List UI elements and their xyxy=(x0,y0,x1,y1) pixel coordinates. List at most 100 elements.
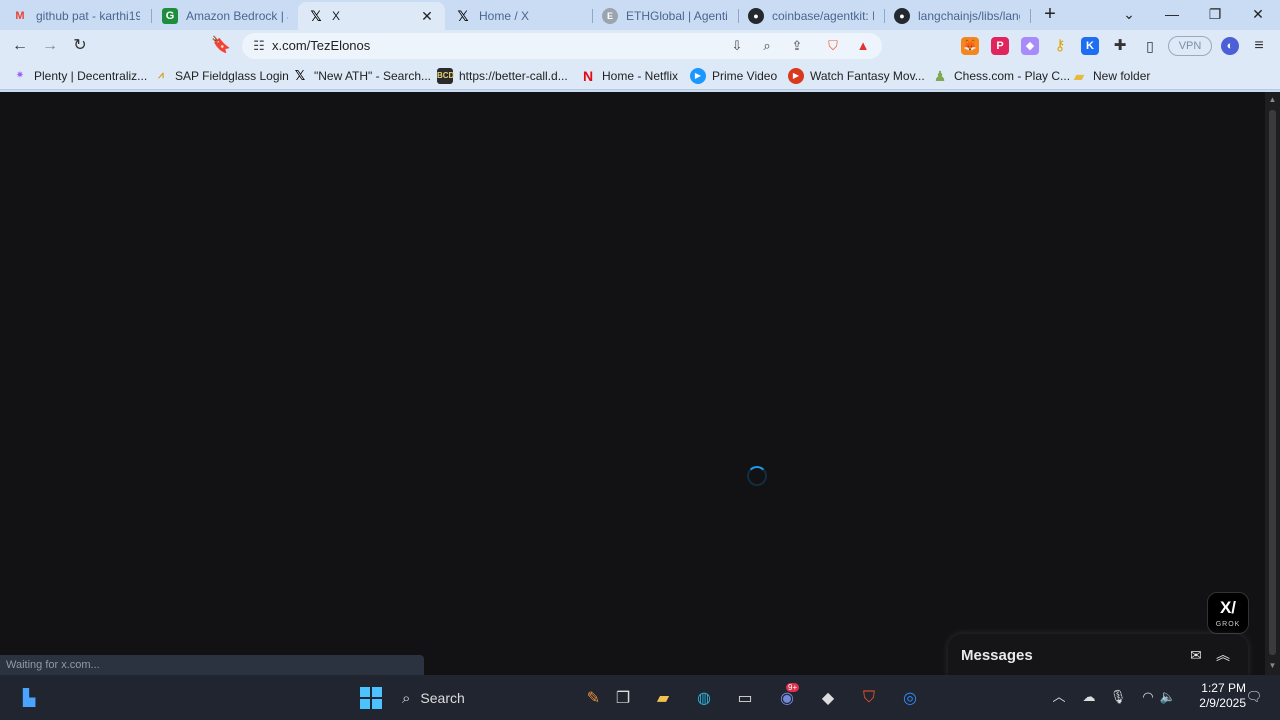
install-app-icon[interactable]: ⇩ xyxy=(728,37,746,55)
tab-x-active[interactable]: 𝕏 X ✕ xyxy=(298,2,445,30)
page-scrollbar[interactable]: ▲ ▼ xyxy=(1265,92,1280,675)
clock[interactable]: 1:27 PM 2/9/2025 xyxy=(1186,681,1246,711)
bookmark-plenty[interactable]: ✷ Plenty | Decentraliz... xyxy=(12,67,147,85)
tab-title: ETHGlobal | Agentic E xyxy=(626,9,728,23)
grok-button[interactable]: X/ GROK xyxy=(1207,592,1249,634)
tab-title: X xyxy=(332,9,341,23)
tab-title: langchainjs/libs/langc xyxy=(918,9,1020,23)
forward-button[interactable]: → xyxy=(39,36,61,56)
brave-shields-icon[interactable]: ⛉ xyxy=(824,37,842,55)
tab-agentkit[interactable]: ● coinbase/agentkit: Eve xyxy=(738,2,884,30)
zoom-app-icon[interactable]: ◎ xyxy=(895,683,925,713)
scrollbar-thumb[interactable] xyxy=(1269,110,1276,655)
sidebar-toggle-icon[interactable]: ▯ xyxy=(1141,37,1159,55)
tab-title: Amazon Bedrock | ap- xyxy=(186,9,288,23)
loading-spinner-icon xyxy=(747,466,767,486)
close-window-button[interactable]: ✕ xyxy=(1243,4,1273,24)
site-info-icon[interactable]: ☷ xyxy=(250,37,268,55)
bookmarks-bar: ✷ Plenty | Decentraliz... ⩘ SAP Fieldgla… xyxy=(0,62,1280,90)
microphone-icon[interactable]: 🎙 xyxy=(1108,687,1128,707)
minimize-button[interactable]: — xyxy=(1157,4,1187,24)
extension-purple-icon[interactable]: ◆ xyxy=(1021,37,1039,55)
key-extension-icon[interactable]: ⚷ xyxy=(1051,37,1069,55)
bookmark-fantasy[interactable]: ▶ Watch Fantasy Mov... xyxy=(788,67,925,85)
browser-chrome: M github pat - karthi190 G Amazon Bedroc… xyxy=(0,0,1280,92)
github-icon: ● xyxy=(894,8,910,24)
tab-search-chevron-icon[interactable]: ⌄ xyxy=(1114,4,1144,24)
bookmark-prime-video[interactable]: ▶ Prime Video xyxy=(690,67,777,85)
scroll-down-icon[interactable]: ▼ xyxy=(1265,660,1280,672)
taskbar: ▙ ⌕ Search ✎ ❐ ▰ ◍ ▭ ◉ 9+ ◆ ⛉ ◎ ︿ ☁ 🎙 ◠ … xyxy=(0,675,1280,720)
bookmark-label: Watch Fantasy Mov... xyxy=(810,69,925,83)
bcd-icon: BCD xyxy=(437,68,454,84)
metamask-icon[interactable]: 🦊 xyxy=(961,37,979,55)
menu-icon[interactable]: ≡ xyxy=(1248,36,1270,56)
play-icon: ▶ xyxy=(788,68,804,84)
toolbar: ← → ↻ 🔖 ☷ x.com/TezElonos ⇩ ⌕ ⇪ ⛉ ▲ 🦊 P … xyxy=(0,30,1280,62)
expand-drawer-icon[interactable]: ︽ xyxy=(1213,645,1233,665)
notifications-icon[interactable]: 🗨 xyxy=(1244,687,1264,707)
bookmark-new-ath[interactable]: 𝕏 "New ATH" - Search... xyxy=(292,67,431,85)
share-icon[interactable]: ⇪ xyxy=(788,37,806,55)
vpn-button[interactable]: VPN xyxy=(1168,36,1212,56)
bookmark-label: Home - Netflix xyxy=(602,69,679,83)
bookmark-new-folder[interactable]: ▰ New folder xyxy=(1071,67,1151,85)
tab-home-x[interactable]: 𝕏 Home / X xyxy=(445,2,591,30)
tab-title: Home / X xyxy=(479,9,530,23)
task-view-icon[interactable]: ❐ xyxy=(608,683,638,713)
back-button[interactable]: ← xyxy=(9,36,31,56)
new-tab-button[interactable]: + xyxy=(1035,4,1065,24)
extensions-puzzle-icon[interactable]: ✚ xyxy=(1111,37,1129,55)
google-sheets-icon: G xyxy=(162,8,178,24)
close-tab-icon[interactable]: ✕ xyxy=(419,8,435,24)
scroll-up-icon[interactable]: ▲ xyxy=(1265,94,1280,106)
bookmark-label: New folder xyxy=(1093,69,1151,83)
file-explorer-icon[interactable]: ▰ xyxy=(648,683,678,713)
widgets-icon[interactable]: ▙ xyxy=(14,683,44,713)
reload-button[interactable]: ↻ xyxy=(69,36,91,56)
tab-langchainjs[interactable]: ● langchainjs/libs/langc xyxy=(884,2,1030,30)
prime-video-icon: ▶ xyxy=(690,68,706,84)
messages-drawer[interactable]: Messages ✉ ︽ xyxy=(948,634,1248,676)
app-diamond-icon[interactable]: ◆ xyxy=(813,683,843,713)
brave-rewards-icon[interactable]: ▲ xyxy=(854,37,872,55)
tray-overflow-icon[interactable]: ︿ xyxy=(1049,687,1069,707)
zoom-icon[interactable]: ⌕ xyxy=(758,37,776,55)
windows-start-icon[interactable] xyxy=(356,683,386,713)
plenty-icon: ✷ xyxy=(15,70,25,81)
tab-gmail[interactable]: M github pat - karthi190 xyxy=(2,2,150,30)
edge-icon[interactable]: ◍ xyxy=(689,683,719,713)
maximize-button[interactable]: ❐ xyxy=(1200,4,1230,24)
bookmark-bcd[interactable]: BCD https://better-call.d... xyxy=(437,67,568,85)
bookmark-sap[interactable]: ⩘ SAP Fieldglass Login xyxy=(153,67,289,85)
url-text[interactable]: x.com/TezElonos xyxy=(272,38,370,53)
onedrive-icon[interactable]: ☁ xyxy=(1079,687,1099,707)
messages-title: Messages xyxy=(961,647,1033,664)
kiln-extension-icon[interactable]: K xyxy=(1081,37,1099,55)
extension-red-icon[interactable]: P xyxy=(991,37,1009,55)
x-logo-icon: 𝕏 xyxy=(310,7,322,24)
new-message-icon[interactable]: ✉ xyxy=(1186,645,1206,665)
volume-icon[interactable]: 🔈 xyxy=(1158,687,1178,707)
bookmark-label: Chess.com - Play C... xyxy=(954,69,1071,83)
wifi-icon[interactable]: ◠ xyxy=(1138,687,1158,707)
bookmark-label: Prime Video xyxy=(712,69,778,83)
address-bar[interactable]: ☷ x.com/TezElonos ⇩ ⌕ ⇪ ⛉ ▲ xyxy=(242,33,882,59)
netflix-icon: N xyxy=(582,68,594,84)
brave-taskbar-icon[interactable]: ⛉ xyxy=(854,683,884,713)
terminal-icon[interactable]: ▭ xyxy=(730,683,760,713)
taskbar-search[interactable]: ⌕ Search ✎ xyxy=(394,683,600,713)
tab-strip: M github pat - karthi190 G Amazon Bedroc… xyxy=(0,0,1280,30)
bookmark-icon[interactable]: 🔖 xyxy=(210,36,232,56)
profile-avatar[interactable]: ◐ xyxy=(1221,37,1239,55)
sap-icon: ⩘ xyxy=(158,70,164,81)
tab-ethglobal[interactable]: E ETHGlobal | Agentic E xyxy=(592,2,738,30)
clock-date: 2/9/2025 xyxy=(1199,696,1246,710)
folder-icon: ▰ xyxy=(1073,68,1085,84)
bookmark-netflix[interactable]: N Home - Netflix xyxy=(580,67,678,85)
tab-bedrock[interactable]: G Amazon Bedrock | ap- xyxy=(152,2,298,30)
search-highlight-icon: ✎ xyxy=(586,690,600,707)
bookmark-chess[interactable]: ♟ Chess.com - Play C... xyxy=(932,67,1070,85)
grok-label: GROK xyxy=(1215,621,1241,628)
bookmark-label: Plenty | Decentraliz... xyxy=(34,69,148,83)
